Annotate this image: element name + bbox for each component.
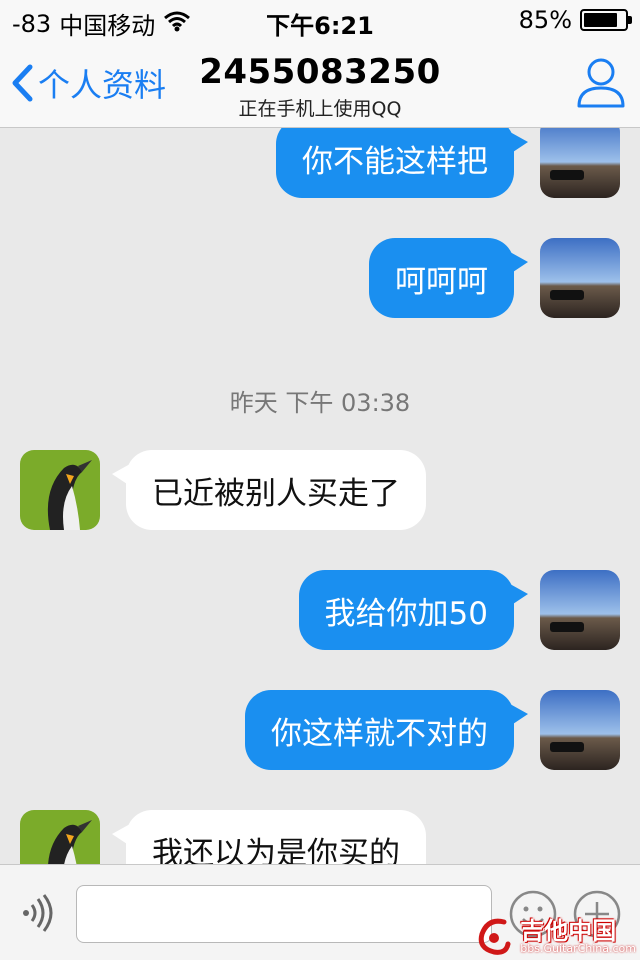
battery-percent: 85% <box>518 6 572 34</box>
message-text: 已近被别人买走了 <box>152 475 400 512</box>
contact-avatar[interactable] <box>20 450 100 530</box>
battery-fill <box>584 13 618 27</box>
nav-bar: 个人资料 2455083250 正在手机上使用QQ <box>0 40 640 128</box>
message-text: 呵呵呵 <box>395 263 488 300</box>
my-avatar[interactable] <box>540 570 620 650</box>
status-bar: -83 中国移动 下午6:21 85% <box>0 0 640 40</box>
timestamp: 昨天 下午 03:38 <box>229 389 411 417</box>
input-bar: 吉他中国 bbs.GuitarChina.com <box>0 864 640 960</box>
nav-title: 2455083250 正在手机上使用QQ <box>0 52 640 121</box>
message-text: 我还以为是你买的 <box>152 835 400 865</box>
message-outgoing: 我给你加50 <box>298 570 620 650</box>
my-avatar[interactable] <box>540 690 620 770</box>
message-bubble[interactable]: 我还以为是你买的 <box>112 810 426 865</box>
message-incoming: 已近被别人买走了 <box>20 450 426 530</box>
online-status: 正在手机上使用QQ <box>238 98 402 120</box>
watermark-url: bbs.GuitarChina.com <box>520 941 636 955</box>
guitar-logo-icon <box>479 918 511 955</box>
watermark-title: 吉他中国 <box>520 916 617 945</box>
voice-button[interactable] <box>18 893 58 937</box>
message-bubble[interactable]: 已近被别人买走了 <box>112 450 426 530</box>
status-right: 85% <box>518 6 632 34</box>
contact-avatar[interactable] <box>20 810 100 864</box>
message-incoming: 我还以为是你买的 <box>20 810 426 864</box>
message-outgoing: 你这样就不对的 <box>245 690 620 770</box>
watermark: 吉他中国 bbs.GuitarChina.com <box>476 916 636 956</box>
message-bubble[interactable]: 呵呵呵 <box>369 238 528 318</box>
message-bubble[interactable]: 你这样就不对的 <box>245 690 528 770</box>
profile-button[interactable] <box>576 56 626 112</box>
message-text: 你这样就不对的 <box>271 715 488 752</box>
chat-area[interactable]: 你不能这样把 呵呵呵 昨天 下午 03:38 已近被别人买走了 我给你加50 你… <box>0 128 640 864</box>
message-bubble[interactable]: 我给你加50 <box>298 570 529 650</box>
message-bubble[interactable]: 你不能这样把 <box>276 128 528 198</box>
battery-icon <box>580 9 632 31</box>
my-avatar[interactable] <box>540 128 620 198</box>
message-text: 我给你加50 <box>324 595 488 632</box>
message-outgoing: 呵呵呵 <box>369 238 620 318</box>
person-icon <box>577 58 625 108</box>
message-outgoing: 你不能这样把 <box>276 128 620 198</box>
message-input[interactable] <box>76 885 492 943</box>
voice-icon <box>23 894 53 932</box>
my-avatar[interactable] <box>540 238 620 318</box>
watermark-text: 吉他中国 bbs.GuitarChina.com <box>520 919 636 954</box>
message-text: 你不能这样把 <box>302 143 488 180</box>
contact-number: 2455083250 <box>199 52 441 92</box>
